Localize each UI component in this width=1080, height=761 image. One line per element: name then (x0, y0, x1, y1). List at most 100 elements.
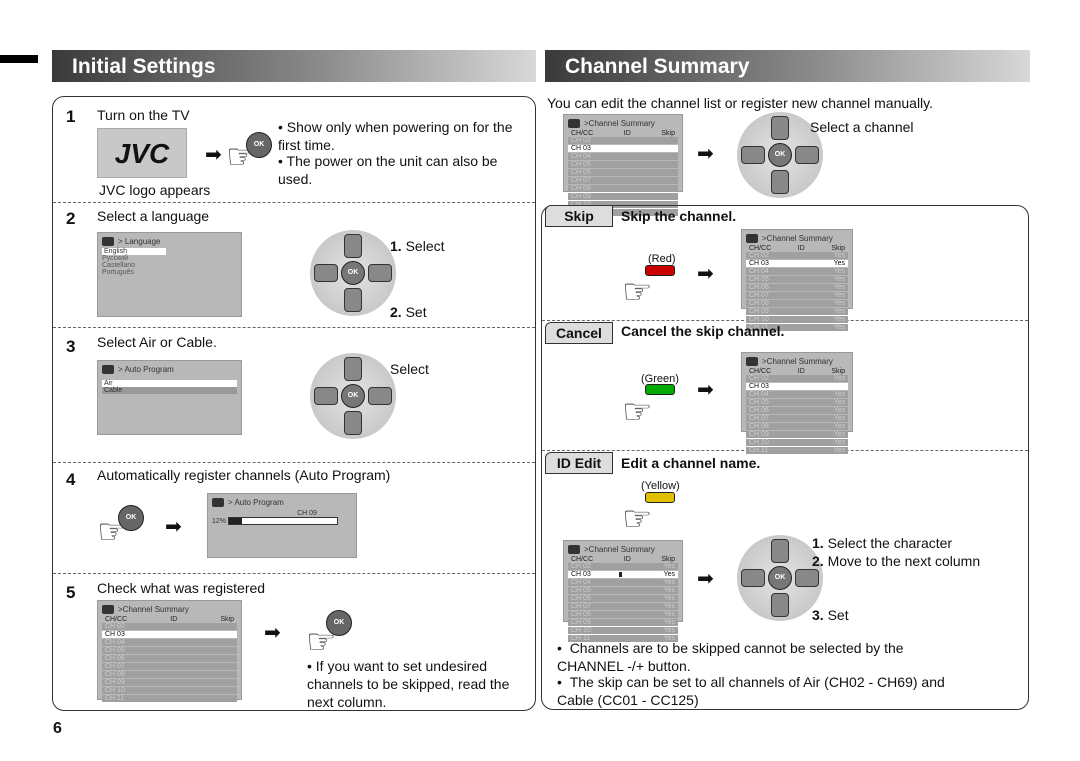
remote-dpad-icon[interactable]: OK (737, 535, 823, 621)
option[interactable]: English (102, 248, 166, 255)
right-arrow-icon: ➡ (697, 263, 714, 285)
skip-value: Yes (833, 324, 845, 331)
ok-button[interactable]: OK (341, 261, 365, 285)
channel-row[interactable]: CH 03 (746, 383, 848, 390)
channel-row[interactable]: CH 08 (568, 185, 678, 192)
channel-row[interactable]: CH 03 Yes (568, 571, 678, 578)
ok-button[interactable]: OK (768, 566, 792, 590)
channel-row[interactable]: CH 05 Yes (568, 587, 678, 594)
channel-row[interactable]: CH 11 Yes (746, 447, 848, 454)
channel-row[interactable]: CH 07 Yes (568, 603, 678, 610)
right-button[interactable] (368, 387, 392, 405)
down-button[interactable] (344, 411, 362, 435)
ok-button[interactable]: OK (768, 143, 792, 167)
option-cable[interactable]: Cable (102, 387, 237, 394)
right-button[interactable] (795, 146, 819, 164)
channel-row[interactable]: CH 03 (102, 631, 237, 638)
ok-button[interactable]: OK (326, 610, 352, 636)
up-button[interactable] (344, 234, 362, 258)
channel-row[interactable]: CH 05 (568, 161, 678, 168)
remote-dpad-icon[interactable]: OK (310, 353, 396, 439)
right-arrow-icon: ➡ (697, 143, 714, 165)
channel-row[interactable]: CH 09 Yes (568, 619, 678, 626)
skip-value: Yes (833, 407, 845, 414)
ok-button[interactable]: OK (341, 384, 365, 408)
channel-row[interactable]: CH 08 Yes (746, 300, 848, 307)
auto-program-screen: > Auto Program Air Cable (97, 360, 242, 435)
step-title: Select Air or Cable. (97, 334, 217, 350)
channel-row[interactable]: CH 07 Yes (746, 415, 848, 422)
ok-button[interactable]: OK (118, 505, 144, 531)
channel-row[interactable]: CH 04 Yes (746, 268, 848, 275)
channel-row[interactable]: CH 09 Yes (746, 308, 848, 315)
bullet: • The power on the unit can also be used… (278, 153, 498, 187)
channel-row[interactable]: CH 02 Yes (746, 375, 848, 382)
channel-row[interactable]: CH 04 Yes (746, 391, 848, 398)
up-button[interactable] (344, 357, 362, 381)
channel-row[interactable]: CH 04 (102, 639, 237, 646)
channel-number: CH 05 (571, 587, 591, 594)
left-button[interactable] (314, 387, 338, 405)
option-air[interactable]: Air (102, 380, 237, 387)
channel-row[interactable]: CH 02 Yes (746, 252, 848, 259)
up-button[interactable] (771, 539, 789, 563)
right-button[interactable] (368, 264, 392, 282)
channel-row[interactable]: CH 06 (568, 169, 678, 176)
channel-row[interactable]: CH 04 (568, 153, 678, 160)
channel-row[interactable]: CH 10 Yes (746, 439, 848, 446)
ok-button[interactable]: OK (246, 132, 272, 158)
channel-row[interactable]: CH 06 Yes (746, 407, 848, 414)
channel-row[interactable]: CH 08 Yes (746, 423, 848, 430)
channel-row[interactable]: CH 07 (568, 177, 678, 184)
tv-icon (568, 119, 580, 128)
language-screen: > Language English Русский Castellano Po… (97, 232, 242, 317)
left-button[interactable] (741, 569, 765, 587)
step-title: Automatically register channels (Auto Pr… (97, 467, 391, 483)
left-button[interactable] (741, 146, 765, 164)
channel-row[interactable]: CH 06 (102, 655, 237, 662)
channel-row[interactable]: CH 10 (102, 687, 237, 694)
channel-row[interactable]: CH 06 Yes (746, 284, 848, 291)
step-number: 5 (66, 583, 76, 602)
channel-row[interactable]: CH 02 (102, 623, 237, 630)
channel-row[interactable]: CH 03 Yes (746, 260, 848, 267)
right-button[interactable] (795, 569, 819, 587)
col-header: Skip (831, 368, 845, 375)
down-button[interactable] (771, 170, 789, 194)
channel-row[interactable]: CH 07 Yes (746, 292, 848, 299)
id-edit-field[interactable] (619, 572, 636, 577)
channel-row[interactable]: CH 04 Yes (568, 579, 678, 586)
channel-row[interactable]: CH 06 Yes (568, 595, 678, 602)
channel-row[interactable]: CH 05 (102, 647, 237, 654)
skip-value: Yes (833, 431, 845, 438)
up-button[interactable] (771, 116, 789, 140)
skip-value: Yes (833, 308, 845, 315)
down-button[interactable] (771, 593, 789, 617)
option[interactable]: Português (102, 269, 237, 276)
intro-text: You can edit the channel list or registe… (547, 95, 934, 111)
col-header: ID (797, 368, 805, 375)
channel-row[interactable]: CH 11 (102, 695, 237, 702)
channel-number: CH 09 (749, 308, 769, 315)
col-header: ID (170, 616, 178, 623)
left-button[interactable] (314, 264, 338, 282)
channel-row[interactable]: CH 09 Yes (746, 431, 848, 438)
tv-icon (746, 357, 758, 366)
callout-set: 2. Set (390, 304, 427, 320)
remote-dpad-icon[interactable]: OK (310, 230, 396, 316)
channel-row[interactable]: CH 09 (102, 679, 237, 686)
channel-row[interactable]: CH 07 (102, 663, 237, 670)
channel-row[interactable]: CH 03 (568, 145, 678, 152)
channel-row[interactable]: CH 05 Yes (746, 399, 848, 406)
channel-row[interactable]: CH 08 (102, 671, 237, 678)
col-header: Skip (661, 556, 675, 563)
channel-row[interactable]: CH 08 Yes (568, 611, 678, 618)
down-button[interactable] (344, 288, 362, 312)
channel-row[interactable]: CH 09 (568, 193, 678, 200)
channel-row[interactable]: CH 02 Yes (568, 563, 678, 570)
option[interactable]: Русский (102, 255, 237, 262)
channel-row[interactable]: CH 10 Yes (568, 627, 678, 634)
channel-row[interactable]: CH 05 Yes (746, 276, 848, 283)
option[interactable]: Castellano (102, 262, 237, 269)
channel-row[interactable]: CH 02 (568, 137, 678, 144)
